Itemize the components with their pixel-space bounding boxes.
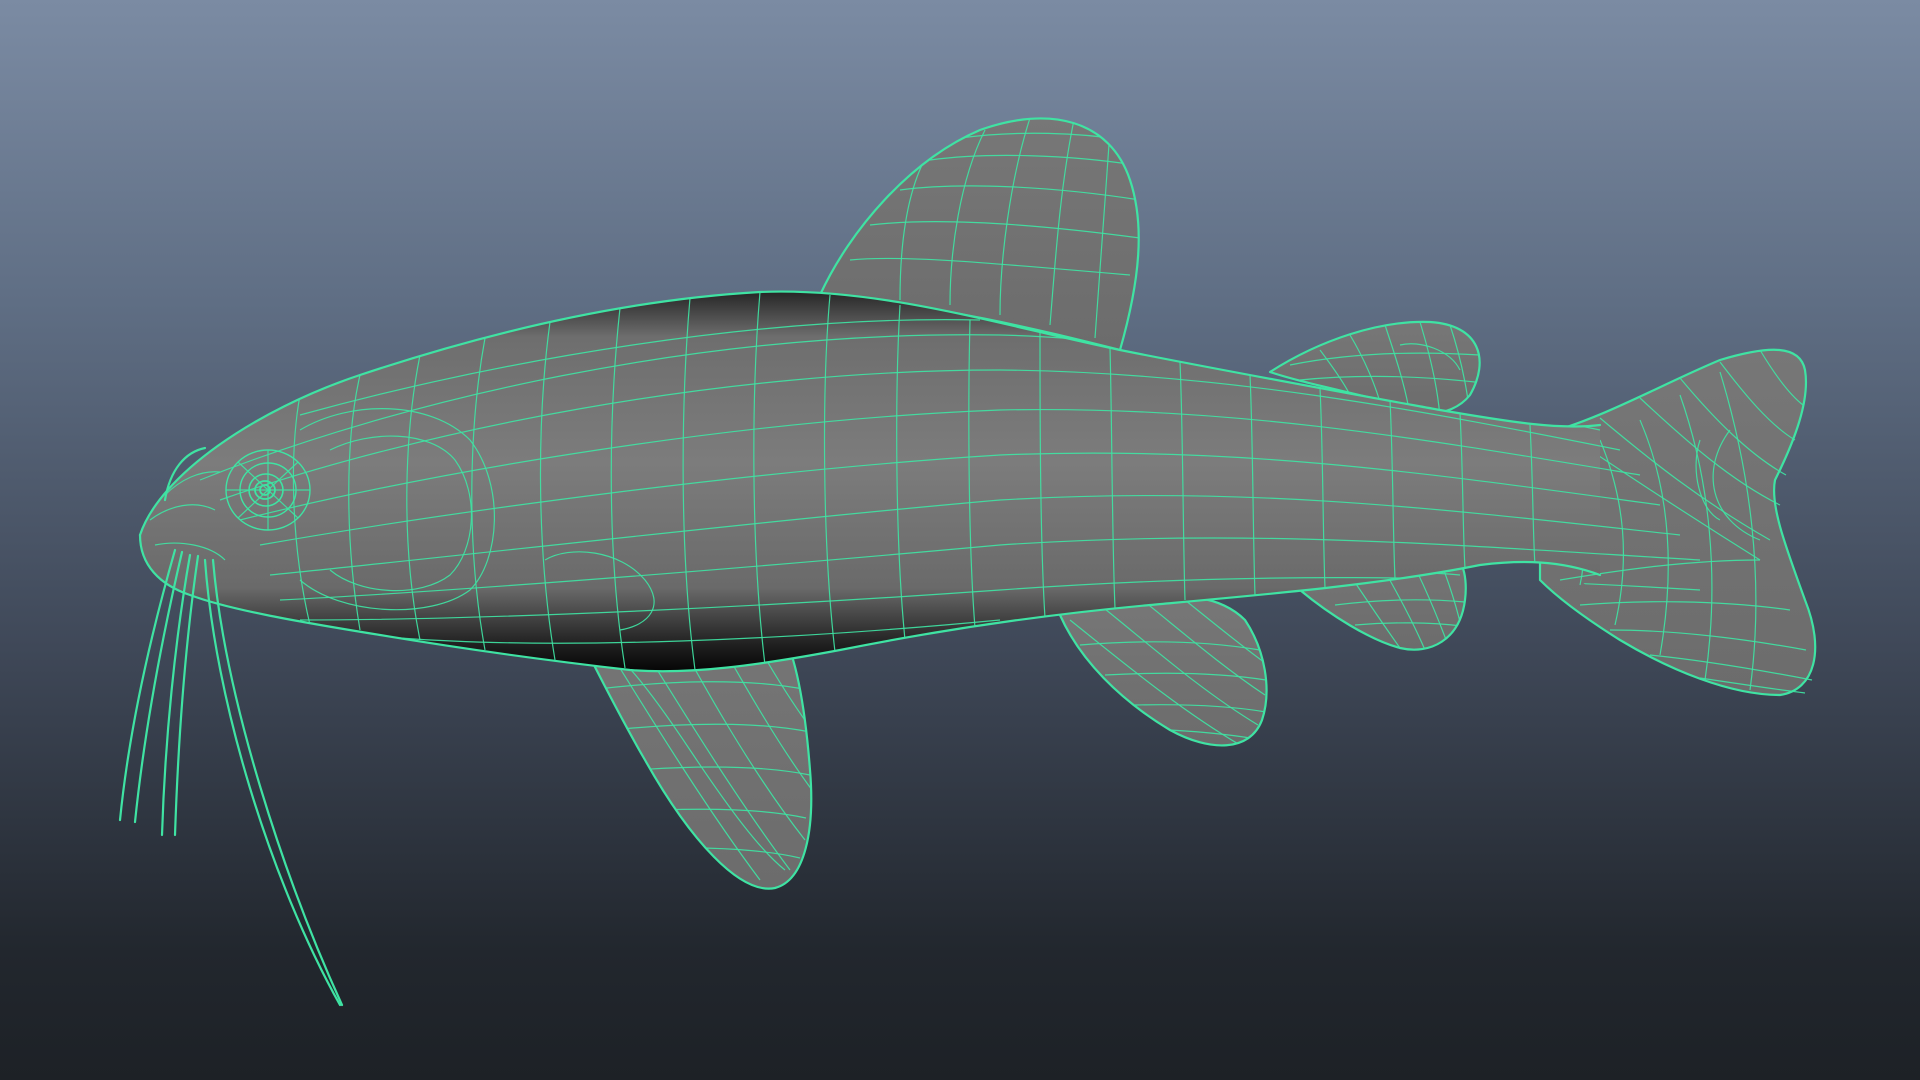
eye (225, 449, 311, 531)
3d-viewport[interactable] (0, 0, 1920, 1080)
catfish-model[interactable] (0, 0, 1920, 1080)
pelvic-fin[interactable] (1058, 594, 1268, 747)
